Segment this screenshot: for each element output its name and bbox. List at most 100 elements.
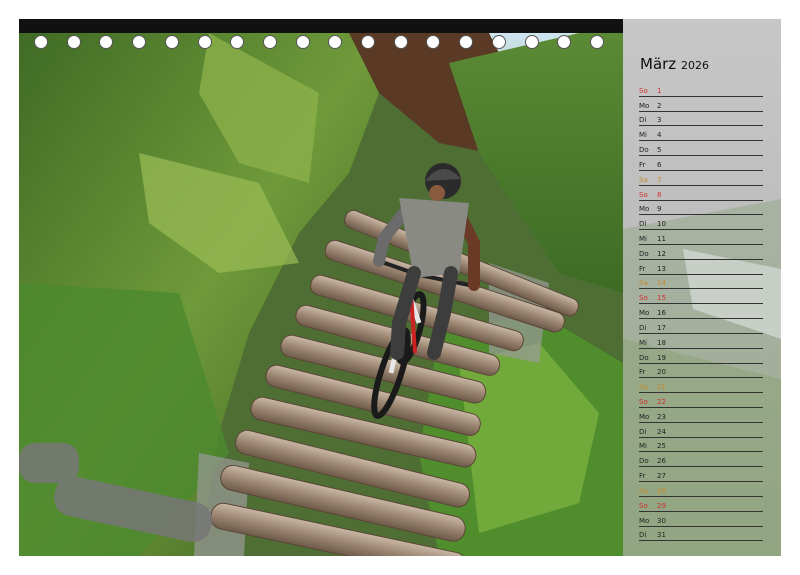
weekday-label: Do [639,146,649,155]
day-number: 7 [657,175,662,184]
day-row: Do 5 [639,140,763,157]
day-row: Sa 14 [639,274,763,290]
calendar-sidebar: März 2026 So 1 Mo 2 Di 3 Mi 4 Do 5 Fr 6 Sa 7 So 8 Mo 9 Di 1… [623,19,781,556]
day-row: Do 12 [639,244,763,260]
day-row: Mo 9 [639,200,763,216]
weekday-label: Mo [639,516,650,525]
day-row: Do 26 [639,452,763,468]
day-number: 12 [657,249,666,258]
day-row: So 22 [639,392,763,409]
weekday-label: Di [639,220,647,229]
day-row: Mo 16 [639,303,763,320]
day-row: Mi 4 [639,125,763,142]
day-number: 25 [657,442,666,451]
day-number: 5 [657,146,662,155]
weekday-label: Sa [639,486,648,495]
day-number: 31 [657,531,666,540]
weekday-label: So [639,190,648,199]
day-number: 19 [657,353,666,362]
day-row: Mo 2 [639,96,763,112]
day-number: 29 [657,501,666,510]
day-row: Di 10 [639,214,763,231]
day-row: Mi 11 [639,229,763,245]
weekday-label: So [639,86,648,95]
day-number: 21 [657,383,666,392]
weekday-label: Do [639,249,649,258]
weekday-label: Di [639,116,647,125]
weekday-label: Fr [639,472,646,481]
day-number: 6 [657,160,662,169]
day-row: So 8 [639,185,763,201]
day-row: Di 3 [639,111,763,127]
weekday-label: Di [639,531,647,540]
weekday-label: Mo [639,412,650,421]
weekday-label: Fr [639,368,646,377]
day-row: Mo 23 [639,407,763,423]
day-number: 27 [657,472,666,481]
day-number: 1 [657,86,662,95]
weekday-label: So [639,398,648,407]
day-number: 24 [657,427,666,436]
binding-strip [19,19,623,33]
day-row: Sa 7 [639,170,763,186]
photo-mountain-biker [19,33,623,556]
weekday-label: Mi [639,234,647,243]
day-row: So 1 [639,81,763,97]
weekday-label: Di [639,323,647,332]
weekday-label: Do [639,457,649,466]
day-number: 28 [657,486,666,495]
day-number: 14 [657,279,666,288]
day-number: 11 [657,234,666,243]
weekday-label: Mi [639,131,647,140]
day-number: 9 [657,205,662,214]
month-name: März [640,55,677,73]
day-number: 17 [657,323,666,332]
weekday-label: So [639,501,648,510]
day-number: 18 [657,338,666,347]
day-number: 15 [657,294,666,303]
weekday-label: Mo [639,309,650,318]
day-number: 30 [657,516,666,525]
weekday-label: Mi [639,442,647,451]
month-title: März 2026 [640,55,709,73]
day-row: Di 17 [639,318,763,334]
day-row: Mo 30 [639,511,763,527]
year-label: 2026 [680,59,709,72]
calendar-page: März 2026 So 1 Mo 2 Di 3 Mi 4 Do 5 Fr 6 Sa 7 So 8 Mo 9 Di 1… [19,19,781,556]
day-number: 22 [657,398,666,407]
day-row: Fr 6 [639,155,763,171]
day-number: 13 [657,264,666,273]
weekday-label: Sa [639,383,648,392]
weekday-label: Sa [639,279,648,288]
weekday-label: Mi [639,338,647,347]
day-row: So 15 [639,288,763,305]
day-row: Sa 28 [639,481,763,497]
day-number: 4 [657,131,662,140]
day-row: So 29 [639,496,763,512]
day-row: Fr 20 [639,363,763,379]
day-number: 8 [657,190,662,199]
day-number: 26 [657,457,666,466]
day-row: Sa 21 [639,377,763,394]
weekday-label: Sa [639,175,648,184]
weekday-label: Fr [639,264,646,273]
weekday-label: Mo [639,205,650,214]
day-number: 16 [657,309,666,318]
day-row: Fr 27 [639,466,763,483]
day-row: Fr 13 [639,259,763,275]
weekday-label: Do [639,353,649,362]
day-number: 20 [657,368,666,377]
day-row: Mi 18 [639,333,763,349]
day-number: 10 [657,220,666,229]
day-row: Mi 25 [639,437,763,453]
weekday-label: Fr [639,160,646,169]
weekday-label: Mo [639,101,650,110]
weekday-label: Di [639,427,647,436]
photo-illustration [19,33,623,556]
weekday-label: So [639,294,648,303]
day-row: Di 24 [639,422,763,438]
day-row: Di 31 [639,526,763,542]
day-number: 23 [657,412,666,421]
day-number: 2 [657,101,662,110]
day-row: Do 19 [639,348,763,364]
